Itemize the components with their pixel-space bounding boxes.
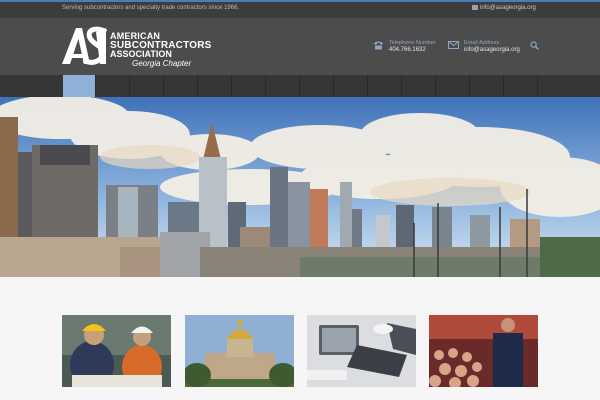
- nav-item-4[interactable]: [165, 75, 198, 97]
- phone-label: Telephone Number: [389, 40, 436, 46]
- conference-speaker-photo[interactable]: [429, 315, 538, 387]
- nav-item-6[interactable]: [233, 75, 266, 97]
- search-icon[interactable]: [530, 41, 539, 50]
- top-bar: Serving subcontractors and specialty tra…: [0, 0, 600, 18]
- logo-line-4: Georgia Chapter: [132, 59, 192, 68]
- nav-item-9[interactable]: [335, 75, 368, 97]
- logo-line-3: ASSOCIATION: [110, 49, 172, 59]
- phone-value: 404.766.1632: [389, 47, 426, 53]
- nav-item-5[interactable]: [199, 75, 232, 97]
- tagline: Serving subcontractors and specialty tra…: [62, 5, 240, 11]
- logo-text: AMERICAN SUBCONTRACTORS ASSOCIATION Geor…: [110, 32, 212, 69]
- asa-logo-icon: [62, 26, 108, 65]
- email-value: info@asageorgia.org: [464, 47, 520, 53]
- nav-item-13[interactable]: [471, 75, 504, 97]
- nav-item-8[interactable]: [301, 75, 334, 97]
- email-label: Email Address: [464, 40, 500, 46]
- laptop-desk-photo[interactable]: [307, 315, 416, 387]
- main-nav: [0, 75, 600, 97]
- nav-item-3[interactable]: [131, 75, 164, 97]
- nav-item-12[interactable]: [437, 75, 470, 97]
- site-header: AMERICAN SUBCONTRACTORS ASSOCIATION Geor…: [0, 18, 600, 75]
- envelope-icon: [472, 5, 478, 10]
- logo[interactable]: AMERICAN SUBCONTRACTORS ASSOCIATION Geor…: [62, 24, 212, 70]
- construction-workers-photo[interactable]: [62, 315, 171, 387]
- phone-icon: [374, 41, 383, 50]
- nav-item-1[interactable]: [63, 75, 96, 97]
- hero-skyline-image: [0, 97, 600, 277]
- envelope-icon: [448, 41, 459, 49]
- feature-tiles: [0, 277, 600, 400]
- top-email-text: info@asageorgia.org: [480, 5, 536, 11]
- nav-item-14[interactable]: [505, 75, 538, 97]
- state-capitol-photo[interactable]: [185, 315, 294, 387]
- nav-item-7[interactable]: [267, 75, 300, 97]
- top-email-link[interactable]: info@asageorgia.org: [472, 5, 536, 11]
- nav-item-11[interactable]: [403, 75, 436, 97]
- nav-item-10[interactable]: [369, 75, 402, 97]
- nav-item-2[interactable]: [97, 75, 130, 97]
